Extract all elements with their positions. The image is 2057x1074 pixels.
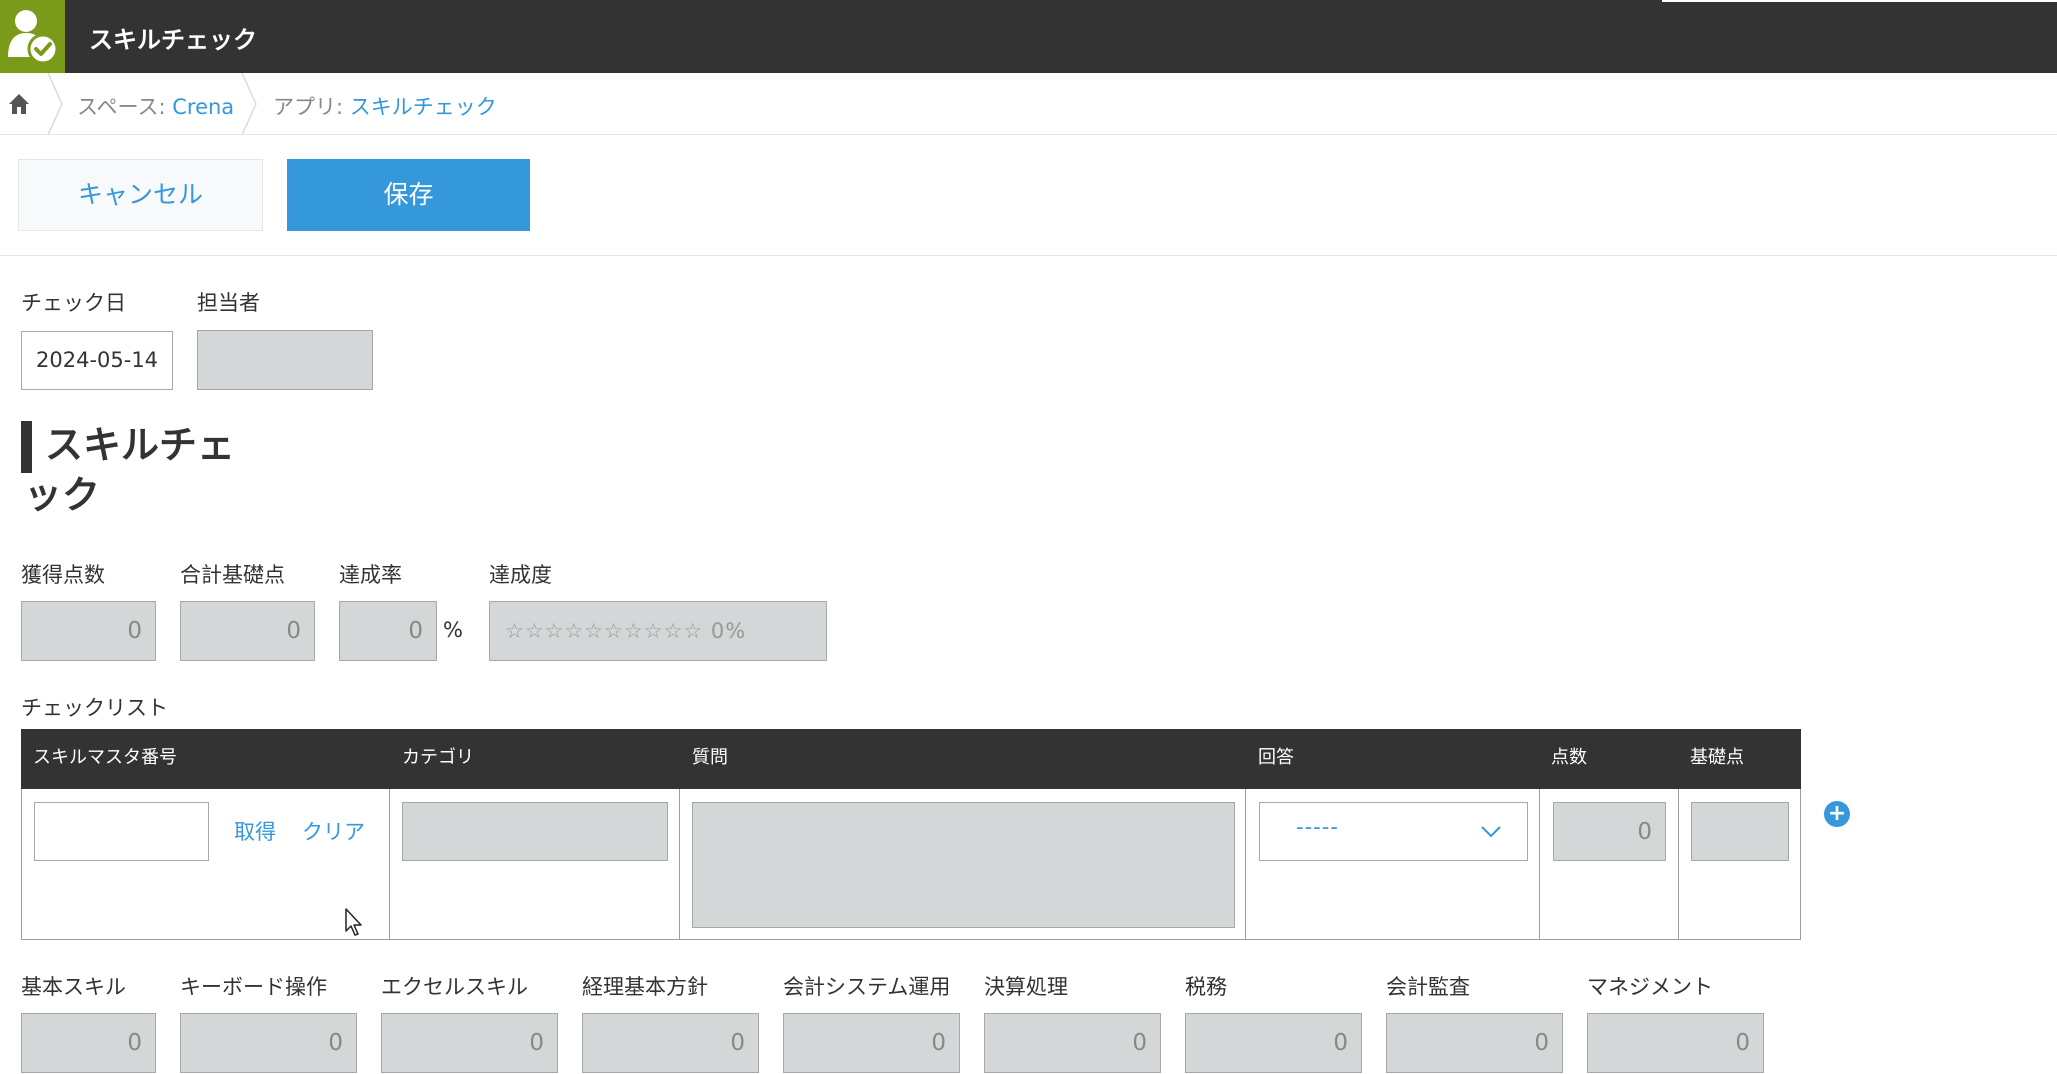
home-icon[interactable] [8,93,30,115]
rate-unit: % [443,618,463,642]
checklist-label: チェックリスト [21,696,168,720]
assignee-field[interactable] [197,330,373,390]
rate-label: 達成率 [339,563,402,587]
degree-field: ☆☆☆☆☆☆☆☆☆☆ 0% [489,601,827,661]
skill-field-management: 0 [1587,1013,1764,1073]
column-header-answer: 回答 [1258,747,1294,768]
app-user-check-icon[interactable] [0,0,65,73]
breadcrumb: スペース: Crena アプリ: スキルチェック [0,73,2057,135]
skill-field-accounting-policy: 0 [582,1013,759,1073]
section-title: スキルチェ ック [21,420,241,520]
chevron-down-icon [1481,826,1501,838]
skill-label-audit: 会計監査 [1386,975,1470,999]
column-header-base-points: 基礎点 [1690,747,1744,768]
breadcrumb-space-prefix: スペース: [77,95,173,119]
section-title-line-2: ック [24,473,101,517]
skill-label-accounting-policy: 経理基本方針 [582,975,708,999]
skill-label-management: マネジメント [1587,975,1713,999]
skill-label-accounting-system: 会計システム運用 [783,975,951,999]
table-header: スキルマスタ番号 カテゴリ 質問 回答 点数 基礎点 [21,729,1801,789]
section-title-line-1: スキルチェ [45,423,236,467]
answer-selected-value: ----- [1296,815,1339,839]
points-field: 0 [1553,802,1666,861]
app-title: スキルチェック [89,26,257,54]
skill-label-excel: エクセルスキル [381,975,528,999]
mouse-cursor-icon [345,908,362,936]
total-base-field: 0 [180,601,315,661]
breadcrumb-space[interactable]: スペース: Crena [77,91,234,121]
answer-dropdown[interactable]: ----- [1259,802,1528,861]
score-field: 0 [21,601,156,661]
save-button[interactable]: 保存 [287,159,530,231]
skill-label-tax: 税務 [1185,975,1227,999]
cancel-button[interactable]: キャンセル [18,159,263,231]
column-divider [1539,789,1540,940]
column-divider [1678,789,1679,940]
skill-field-keyboard: 0 [180,1013,357,1073]
rate-field: 0 [339,601,437,661]
breadcrumb-app[interactable]: アプリ: スキルチェック [273,91,497,121]
app-header: スキルチェック [0,0,2057,73]
table-row: 取得 クリア ----- 0 [21,789,1801,940]
column-divider [679,789,680,940]
checklist-table: スキルマスタ番号 カテゴリ 質問 回答 点数 基礎点 取得 クリア ----- … [21,729,1801,940]
total-base-label: 合計基礎点 [180,563,285,587]
column-divider [1245,789,1246,940]
skill-label-basic: 基本スキル [21,975,126,999]
base-points-field [1691,802,1789,861]
column-header-points: 点数 [1551,747,1587,768]
category-field [402,802,668,861]
check-date-input[interactable]: 2024-05-14 [21,331,173,390]
column-header-category: カテゴリ [402,747,474,768]
breadcrumb-app-prefix: アプリ: [273,95,350,119]
question-field [692,802,1235,928]
degree-label: 達成度 [489,563,552,587]
assignee-label: 担当者 [197,291,260,315]
column-divider [389,789,390,940]
column-header-skill-no: スキルマスタ番号 [33,747,177,768]
skill-field-tax: 0 [1185,1013,1362,1073]
breadcrumb-space-link[interactable]: Crena [172,95,234,119]
score-label: 獲得点数 [21,563,105,587]
skill-field-accounting-system: 0 [783,1013,960,1073]
breadcrumb-app-link[interactable]: スキルチェック [350,95,497,119]
header-highlight-line [1662,0,2057,2]
skill-label-keyboard: キーボード操作 [180,975,327,999]
skill-field-basic: 0 [21,1013,156,1073]
action-bar: キャンセル 保存 [0,135,2057,256]
clear-link[interactable]: クリア [302,816,365,846]
plus-circle-icon[interactable]: + [1824,801,1850,827]
skill-label-closing: 決算処理 [984,975,1068,999]
breadcrumb-separator-icon [241,73,257,135]
column-header-question: 質問 [692,747,728,768]
get-link[interactable]: 取得 [234,816,276,846]
skill-field-closing: 0 [984,1013,1161,1073]
breadcrumb-separator-icon [47,73,63,135]
skill-no-input[interactable] [34,802,209,861]
skill-field-excel: 0 [381,1013,558,1073]
check-date-label: チェック日 [21,291,126,315]
skill-field-audit: 0 [1386,1013,1563,1073]
